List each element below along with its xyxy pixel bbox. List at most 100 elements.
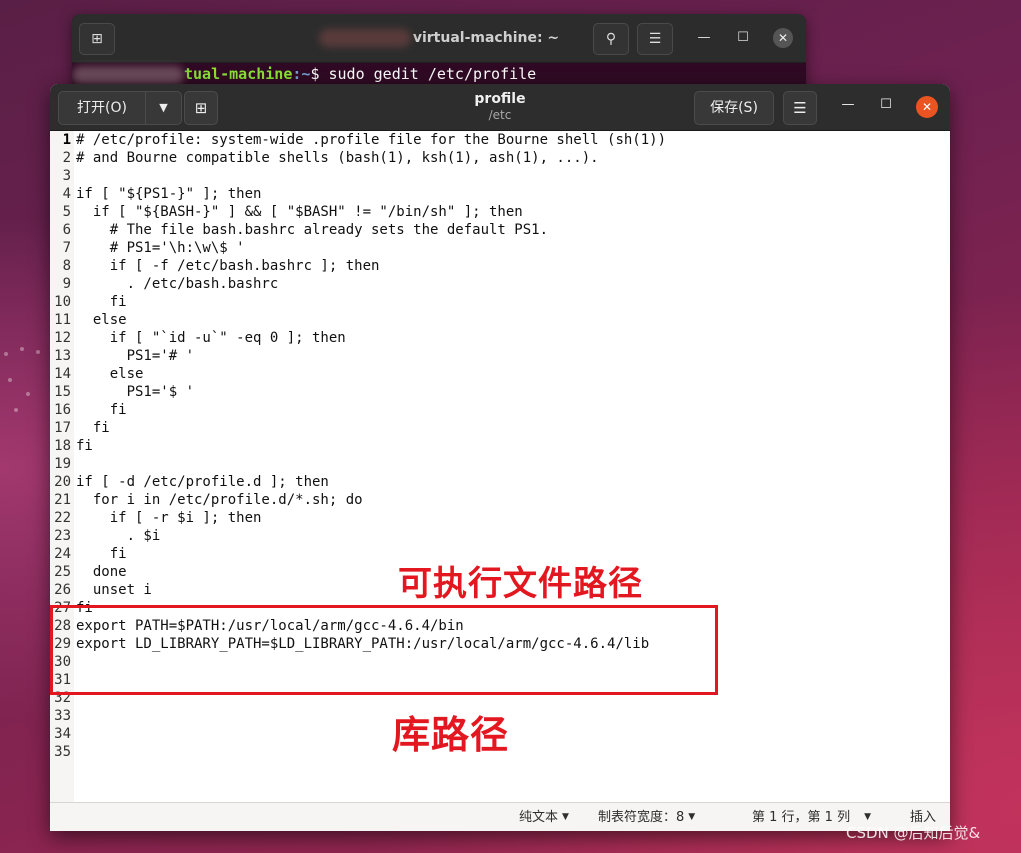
save-button[interactable]: 保存(S) [694, 91, 774, 125]
line-number: 3 [62, 168, 71, 184]
line-text[interactable]: # PS1='\h:\w\$ ' [76, 239, 245, 257]
line-number: 8 [62, 258, 71, 274]
hamburger-menu-icon[interactable]: ☰ [637, 23, 673, 55]
line-number: 22 [54, 510, 71, 526]
annotation-highlight-box [50, 605, 718, 695]
code-line[interactable]: 9 . /etc/bash.bashrc [50, 275, 950, 293]
line-number: 7 [62, 240, 71, 256]
line-number: 5 [62, 204, 71, 220]
watermark: CSDN @后知后觉& [846, 824, 981, 842]
line-number: 26 [54, 582, 71, 598]
line-text[interactable]: if [ -r $i ]; then [76, 509, 262, 527]
code-line[interactable]: 11 else [50, 311, 950, 329]
line-text[interactable]: # /etc/profile: system-wide .profile fil… [76, 131, 666, 149]
line-number: 2 [62, 150, 71, 166]
terminal-header: ⊞ virtual-machine: ~ ⚲ ☰ — ☐ ✕ [72, 14, 806, 63]
redacted-username [318, 29, 411, 47]
prompt-path: :~ [292, 65, 311, 83]
code-line[interactable]: 2 # and Bourne compatible shells (bash(1)… [50, 149, 950, 167]
code-line[interactable]: 15 PS1='$ ' [50, 383, 950, 401]
line-text[interactable]: . $i [76, 527, 161, 545]
line-text[interactable]: # The file bash.bashrc already sets the … [76, 221, 548, 239]
line-text[interactable]: fi [76, 419, 110, 437]
line-number: 34 [54, 726, 71, 742]
maximize-icon[interactable]: ☐ [876, 97, 896, 112]
code-line[interactable]: 7 # PS1='\h:\w\$ ' [50, 239, 950, 257]
status-bar: 纯文本 ▼ 制表符宽度：8 ▼ 第 1 行，第 1 列 ▼ 插入 [50, 802, 950, 831]
prompt-symbol: $ [310, 65, 329, 83]
line-text[interactable]: # and Bourne compatible shells (bash(1),… [76, 149, 599, 167]
line-number: 1 [62, 132, 71, 148]
line-text[interactable]: if [ -d /etc/profile.d ]; then [76, 473, 329, 491]
code-line[interactable]: 12 if [ "`id -u`" -eq 0 ]; then [50, 329, 950, 347]
line-text[interactable]: PS1='$ ' [76, 383, 194, 401]
close-icon[interactable]: ✕ [773, 28, 793, 48]
code-line[interactable]: 18 fi [50, 437, 950, 455]
caret-down-icon: ▼ [688, 812, 696, 822]
desktop-dot [20, 347, 24, 351]
line-text[interactable]: fi [76, 545, 127, 563]
line-text[interactable]: fi [76, 437, 93, 455]
line-number: 9 [62, 276, 71, 292]
line-number: 19 [54, 456, 71, 472]
minimize-icon[interactable]: — [694, 30, 714, 45]
line-number: 21 [54, 492, 71, 508]
line-number: 35 [54, 744, 71, 760]
prompt-host: tual-machine [184, 65, 293, 83]
code-line[interactable]: 13 PS1='# ' [50, 347, 950, 365]
line-text[interactable]: else [76, 311, 127, 329]
code-line[interactable]: 19 [50, 455, 950, 473]
annotation-exec-path: 可执行文件路径 [398, 564, 643, 604]
code-line[interactable]: 16 fi [50, 401, 950, 419]
line-number: 4 [62, 186, 71, 202]
code-line[interactable]: 17 fi [50, 419, 950, 437]
line-text[interactable]: if [ "${BASH-}" ] && [ "$BASH" != "/bin/… [76, 203, 523, 221]
line-text[interactable]: unset i [76, 581, 152, 599]
line-text[interactable]: fi [76, 293, 127, 311]
minimize-icon[interactable]: — [838, 97, 858, 112]
line-number: 11 [54, 312, 71, 328]
line-text[interactable]: PS1='# ' [76, 347, 194, 365]
line-text[interactable]: if [ "${PS1-}" ]; then [76, 185, 261, 203]
line-text[interactable]: . /etc/bash.bashrc [76, 275, 279, 293]
code-line[interactable]: 6 # The file bash.bashrc already sets th… [50, 221, 950, 239]
line-number: 14 [54, 366, 71, 382]
line-text[interactable]: done [76, 563, 127, 581]
line-number: 23 [54, 528, 71, 544]
line-number: 17 [54, 420, 71, 436]
line-text[interactable]: fi [76, 401, 127, 419]
line-number: 10 [54, 294, 71, 310]
line-number: 20 [54, 474, 71, 490]
code-line[interactable]: 20 if [ -d /etc/profile.d ]; then [50, 473, 950, 491]
code-line[interactable]: 23 . $i [50, 527, 950, 545]
line-text[interactable]: else [76, 365, 144, 383]
code-line[interactable]: 4 if [ "${PS1-}" ]; then [50, 185, 950, 203]
line-number: 24 [54, 546, 71, 562]
code-line[interactable]: 1 # /etc/profile: system-wide .profile fi… [50, 131, 950, 149]
close-icon[interactable]: ✕ [916, 96, 938, 118]
line-number: 33 [54, 708, 71, 724]
syntax-selector[interactable]: 纯文本 ▼ [519, 803, 569, 831]
hamburger-menu-icon[interactable]: ☰ [783, 91, 817, 125]
line-text[interactable]: if [ -f /etc/bash.bashrc ]; then [76, 257, 380, 275]
code-line[interactable]: 22 if [ -r $i ]; then [50, 509, 950, 527]
text-editor[interactable]: 1 # /etc/profile: system-wide .profile fi… [50, 131, 950, 802]
terminal-prompt-line: tual-machine:~$ sudo gedit /etc/profile [72, 63, 806, 85]
code-line[interactable]: 8 if [ -f /etc/bash.bashrc ]; then [50, 257, 950, 275]
code-line[interactable]: 3 [50, 167, 950, 185]
desktop-dot [26, 392, 30, 396]
code-line[interactable]: 14 else [50, 365, 950, 383]
line-number: 18 [54, 438, 71, 454]
code-line[interactable]: 5 if [ "${BASH-}" ] && [ "$BASH" != "/bi… [50, 203, 950, 221]
maximize-icon[interactable]: ☐ [733, 30, 753, 45]
search-icon[interactable]: ⚲ [593, 23, 629, 55]
line-text[interactable]: if [ "`id -u`" -eq 0 ]; then [76, 329, 346, 347]
code-line[interactable]: 10 fi [50, 293, 950, 311]
line-number: 25 [54, 564, 71, 580]
desktop-dot [14, 408, 18, 412]
code-line[interactable]: 21 for i in /etc/profile.d/*.sh; do [50, 491, 950, 509]
desktop-dot [8, 378, 12, 382]
line-text[interactable]: for i in /etc/profile.d/*.sh; do [76, 491, 363, 509]
line-number: 12 [54, 330, 71, 346]
tab-width-selector[interactable]: 制表符宽度：8 ▼ [598, 803, 695, 831]
